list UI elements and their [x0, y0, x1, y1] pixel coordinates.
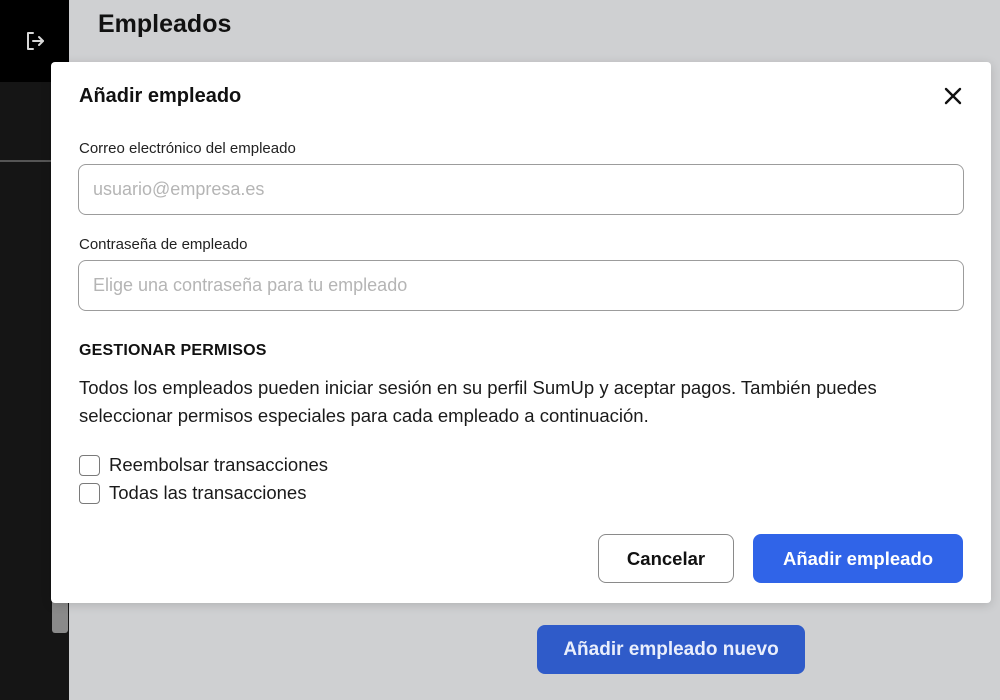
close-button[interactable]	[941, 84, 965, 108]
refund-permission-label: Reembolsar transacciones	[109, 454, 329, 475]
logout-icon[interactable]	[24, 30, 46, 52]
permissions-description: Todos los empleados pueden iniciar sesió…	[79, 377, 877, 426]
refund-permission-option[interactable]: Reembolsar transacciones	[79, 454, 328, 476]
email-label: Correo electrónico del empleado	[79, 140, 296, 157]
email-field[interactable]	[78, 164, 964, 215]
add-new-employee-button[interactable]: Añadir empleado nuevo	[537, 625, 805, 674]
all-transactions-permission-option[interactable]: Todas las transacciones	[79, 482, 306, 504]
all-transactions-permission-label: Todas las transacciones	[109, 482, 307, 503]
page-title: Empleados	[98, 10, 232, 38]
cancel-button[interactable]: Cancelar	[598, 534, 734, 583]
password-label: Contraseña de empleado	[79, 236, 248, 253]
all-transactions-permission-checkbox[interactable]	[79, 482, 100, 504]
close-icon	[944, 87, 962, 105]
modal-title: Añadir empleado	[79, 85, 242, 107]
password-field[interactable]	[78, 260, 964, 311]
add-employee-button[interactable]: Añadir empleado	[753, 534, 963, 583]
permissions-title: GESTIONAR PERMISOS	[79, 342, 267, 359]
refund-permission-checkbox[interactable]	[79, 454, 100, 476]
add-employee-modal: Añadir empleado Correo electrónico del e…	[51, 62, 991, 603]
